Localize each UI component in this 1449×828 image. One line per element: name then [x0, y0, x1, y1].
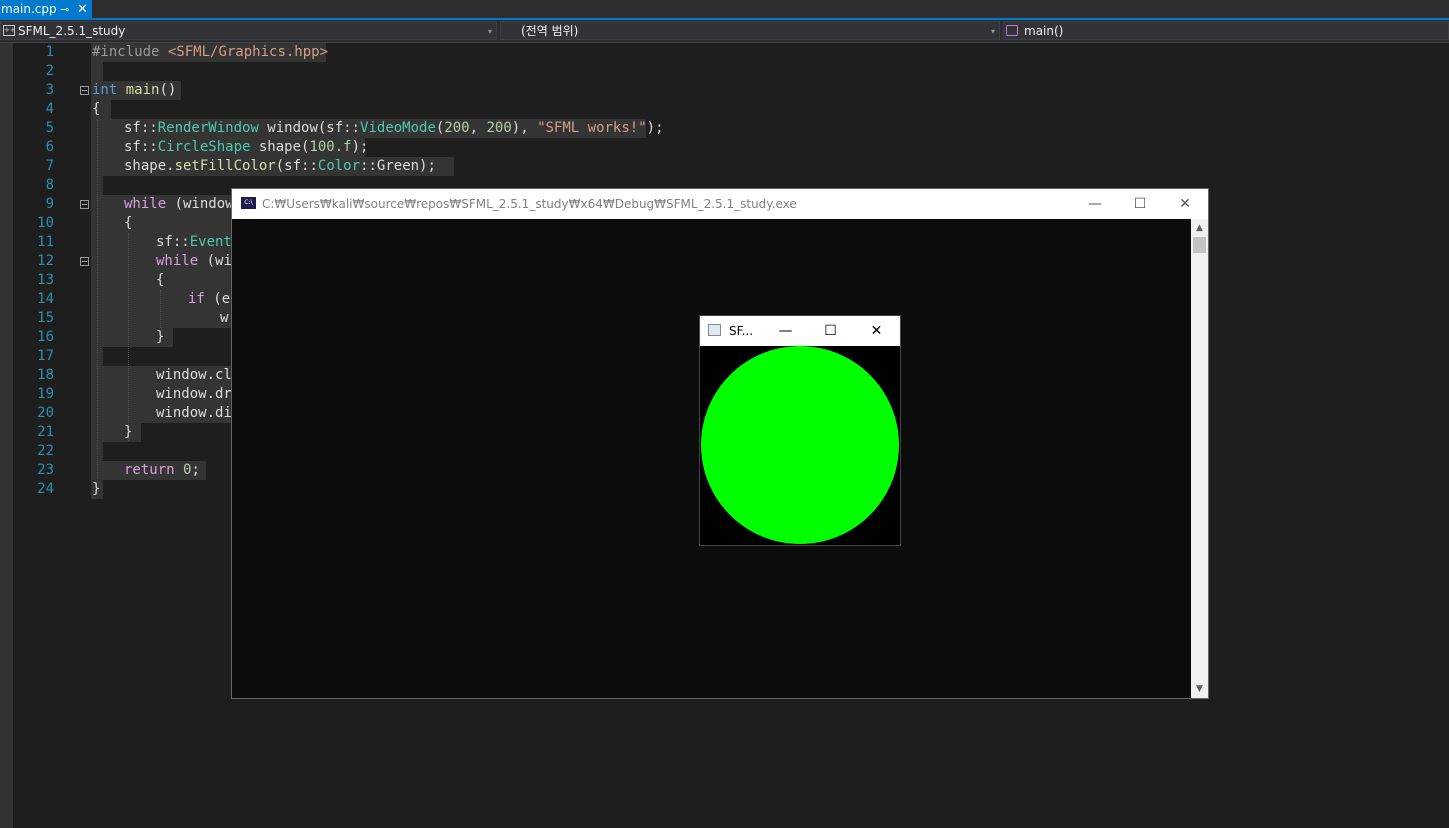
line-number: 24	[37, 481, 54, 497]
project-label: SFML_2.5.1_study	[18, 24, 126, 38]
line-number: 23	[37, 462, 54, 478]
sfml-title-bar[interactable]: SF... — ☐ ✕	[700, 316, 900, 346]
console-app-icon: C:\	[241, 197, 256, 209]
line-number: 3	[45, 82, 54, 98]
collapse-icon[interactable]	[80, 257, 89, 266]
indent-guide	[160, 290, 161, 328]
code-line: sf::CircleShape shape(100.f);	[124, 139, 369, 155]
code-line: }	[156, 329, 165, 345]
console-title-bar[interactable]: C:\ C:₩Users₩kali₩source₩repos₩SFML_2.5.…	[232, 189, 1208, 219]
code-line: #include <SFML/Graphics.hpp>	[92, 44, 329, 60]
code-line: }	[92, 481, 101, 497]
line-number: 14	[37, 291, 54, 307]
selection-highlight	[91, 423, 141, 442]
chevron-down-icon: ▾	[487, 27, 492, 36]
member-label: main()	[1024, 24, 1064, 38]
indent-guide	[128, 233, 129, 441]
line-number: 5	[45, 120, 54, 136]
code-line: {	[124, 215, 133, 231]
line-number: 8	[45, 177, 54, 193]
code-line: window.dra	[156, 386, 241, 402]
scrollbar-thumb[interactable]	[1193, 237, 1206, 253]
code-line: sf::RenderWindow window(sf::VideoMode(20…	[124, 120, 664, 136]
line-number: 19	[37, 386, 54, 402]
line-number: 18	[37, 367, 54, 383]
maximize-button[interactable]: ☐	[1117, 189, 1163, 219]
code-line: }	[124, 424, 133, 440]
chevron-down-icon: ▾	[990, 27, 995, 36]
selection-highlight	[91, 62, 103, 81]
code-line: window.cle	[156, 367, 241, 383]
code-line: window.dis	[156, 405, 241, 421]
console-title: C:₩Users₩kali₩source₩repos₩SFML_2.5.1_st…	[262, 197, 797, 211]
line-number: 10	[37, 215, 54, 231]
document-tab-strip: main.cpp ⊸ ✕	[0, 0, 1449, 20]
line-number: 11	[37, 234, 54, 250]
scope-dropdown[interactable]: (전역 범위) ▾	[500, 21, 1000, 40]
minimize-button[interactable]: —	[1072, 189, 1118, 219]
green-circle-shape	[701, 346, 899, 544]
tab-label: main.cpp	[1, 2, 57, 16]
collapse-icon[interactable]	[80, 86, 89, 95]
sfml-window[interactable]: SF... — ☐ ✕	[699, 315, 901, 546]
window-app-icon	[708, 324, 721, 336]
navigation-bar: ++ SFML_2.5.1_study ▾ (전역 범위) ▾ main()	[0, 20, 1449, 43]
sfml-title: SF...	[729, 324, 754, 338]
line-number: 15	[37, 310, 54, 326]
close-icon[interactable]: ✕	[77, 0, 88, 19]
close-button[interactable]: ✕	[1162, 189, 1208, 219]
minimize-button[interactable]: —	[763, 316, 808, 346]
code-line: {	[156, 272, 165, 288]
code-line: sf::Event	[156, 234, 232, 250]
method-icon	[1006, 25, 1018, 36]
close-button[interactable]: ✕	[854, 316, 899, 346]
project-dropdown[interactable]: ++ SFML_2.5.1_study ▾	[0, 21, 497, 40]
line-number: 4	[45, 101, 54, 117]
project-icon: ++	[3, 25, 16, 36]
line-number: 12	[37, 253, 54, 269]
scroll-down-arrow-icon[interactable]: ▼	[1191, 682, 1208, 696]
code-line: {	[92, 101, 101, 117]
line-number: 9	[45, 196, 54, 212]
maximize-button[interactable]: ☐	[808, 316, 853, 346]
code-line: while (window	[124, 196, 234, 212]
code-line: return 0;	[124, 462, 200, 478]
pin-icon[interactable]: ⊸	[60, 0, 69, 19]
scope-label: (전역 범위)	[521, 24, 579, 38]
member-dropdown[interactable]: main()	[1003, 21, 1449, 40]
line-number: 20	[37, 405, 54, 421]
code-line: int main()	[92, 82, 177, 98]
line-number: 6	[45, 139, 54, 155]
line-number: 1	[45, 44, 54, 60]
code-line: shape.setFillColor(sf::Color::Green);	[124, 158, 436, 174]
line-number: 17	[37, 348, 54, 364]
vertical-scrollbar[interactable]: ▲ ▼	[1191, 219, 1208, 698]
scroll-up-arrow-icon[interactable]: ▲	[1191, 221, 1208, 235]
tab-main-cpp[interactable]: main.cpp ⊸ ✕	[0, 0, 92, 18]
line-number: 21	[37, 424, 54, 440]
code-line: while (wi	[156, 253, 232, 269]
selection-highlight	[91, 214, 231, 233]
indent-guide	[97, 119, 98, 479]
line-number: 16	[37, 329, 54, 345]
collapse-icon[interactable]	[80, 200, 89, 209]
line-number: 7	[45, 158, 54, 174]
code-line: w	[220, 310, 229, 326]
line-number: 13	[37, 272, 54, 288]
selection-highlight	[91, 309, 231, 328]
line-number: 22	[37, 443, 54, 459]
line-number: 2	[45, 63, 54, 79]
